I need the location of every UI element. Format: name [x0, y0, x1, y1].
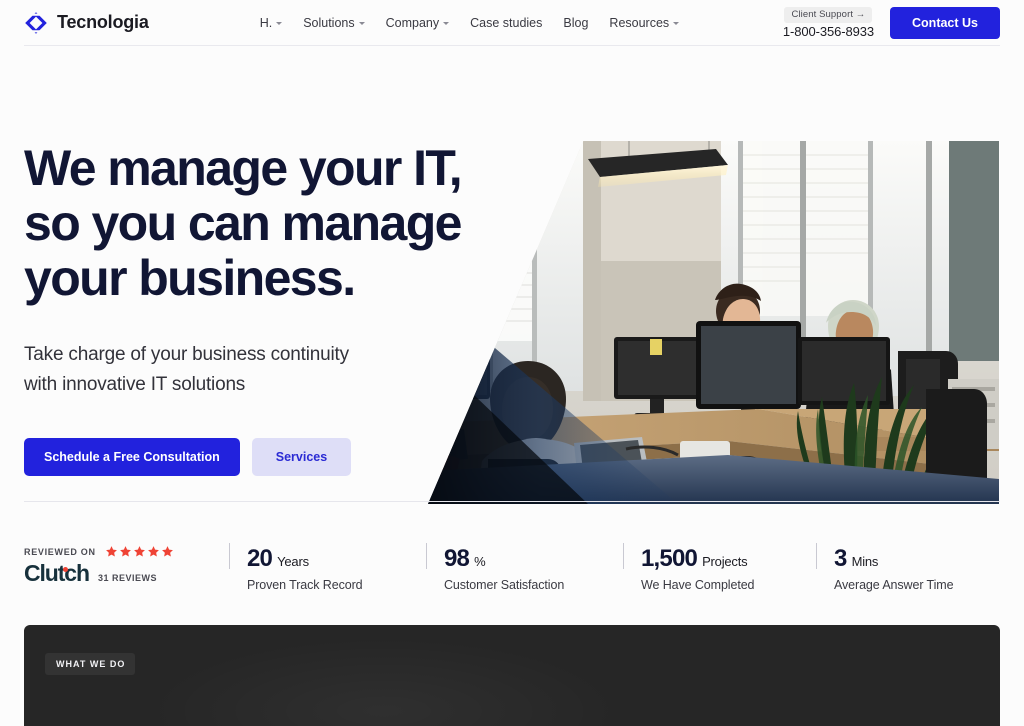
- stat-value: 3: [834, 545, 847, 572]
- schedule-consultation-button[interactable]: Schedule a Free Consultation: [24, 438, 240, 476]
- hero-subtitle: Take charge of your business continuity …: [24, 340, 524, 400]
- chevron-down-icon: [673, 22, 680, 25]
- stat-projects: 1,500 Projects We Have Completed: [623, 540, 816, 592]
- hero-subtitle-line-1: Take charge of your business continuity: [24, 344, 349, 365]
- brand-name: Tecnologia: [57, 12, 149, 32]
- contact-us-button[interactable]: Contact Us: [890, 6, 1000, 39]
- what-we-do-section: WHAT WE DO: [24, 625, 1000, 726]
- stat-value: 20: [247, 545, 273, 572]
- what-we-do-badge: WHAT WE DO: [45, 653, 136, 675]
- stat-value: 1,500: [641, 545, 698, 572]
- stat-answer-time: 3 Mins Average Answer Time: [816, 540, 954, 592]
- header-actions: Client Support → 1-800-356-8933 Contact …: [783, 6, 1000, 39]
- reviewed-on-label: REVIEWED ON: [24, 546, 96, 557]
- stat-value: 98: [444, 545, 470, 572]
- stat-label: We Have Completed: [641, 578, 755, 592]
- nav-label: Solutions: [303, 15, 355, 30]
- stat-headline: 20 Years: [247, 545, 426, 573]
- hero-title-line-2: so you can manage: [24, 195, 462, 251]
- stat-headline: 1,500 Projects: [641, 545, 816, 573]
- stat-unit: %: [474, 554, 486, 569]
- star-rating: [105, 545, 174, 558]
- star-icon: [119, 546, 131, 557]
- hero-copy: We manage your IT, so you can manage you…: [24, 141, 524, 476]
- stat-unit: Mins: [851, 554, 879, 569]
- nav-label: Case studies: [470, 15, 543, 30]
- services-button[interactable]: Services: [251, 438, 352, 476]
- chevron-down-icon: [443, 22, 450, 25]
- star-icon: [147, 546, 159, 557]
- nav-label: Resources: [609, 15, 670, 30]
- page-title: We manage your IT, so you can manage you…: [24, 141, 524, 306]
- nav-item-case-studies[interactable]: Case studies: [470, 16, 542, 30]
- stat-satisfaction: 98 % Customer Satisfaction: [426, 540, 623, 592]
- clutch-top-row: REVIEWED ON: [24, 545, 229, 558]
- chevron-down-icon: [358, 22, 365, 25]
- nav-label: H.: [259, 15, 273, 30]
- octagon-diamond-logo-icon: [24, 11, 48, 35]
- star-icon: [105, 546, 117, 557]
- clutch-review-badge[interactable]: REVIEWED ON Clutch 31 REVIEWS: [24, 540, 229, 587]
- star-icon: [161, 546, 173, 557]
- hero-section: We manage your IT, so you can manage you…: [0, 46, 1024, 504]
- stat-years: 20 Years Proven Track Record: [229, 540, 426, 592]
- chevron-down-icon: [276, 22, 283, 25]
- nav-item-blog[interactable]: Blog: [563, 16, 588, 30]
- stat-headline: 3 Mins: [834, 545, 953, 573]
- star-icon: [133, 546, 145, 557]
- nav-item-home[interactable]: H.: [260, 16, 283, 30]
- review-count-label: 31 REVIEWS: [97, 573, 157, 583]
- landing-page: Tecnologia H. Solutions Company Case stu…: [0, 0, 1024, 726]
- stat-unit: Years: [277, 554, 309, 569]
- clutch-wordmark-text: Clutch: [24, 560, 90, 586]
- section-glow: [144, 636, 624, 726]
- nav-item-company[interactable]: Company: [386, 16, 450, 30]
- clutch-wordmark: Clutch: [24, 560, 90, 587]
- client-support-badge[interactable]: Client Support →: [784, 6, 873, 23]
- nav-item-solutions[interactable]: Solutions: [303, 15, 365, 30]
- hero-title-line-3: your business.: [24, 250, 356, 306]
- hero-title-line-1: We manage your IT,: [24, 140, 463, 196]
- main-navigation: H. Solutions Company Case studies Blog R…: [260, 15, 680, 30]
- brand-logo[interactable]: Tecnologia: [24, 11, 149, 35]
- site-header: Tecnologia H. Solutions Company Case stu…: [24, 0, 1000, 46]
- stat-unit: Projects: [702, 554, 748, 569]
- support-phone-number[interactable]: 1-800-356-8933: [783, 24, 874, 39]
- stat-label: Proven Track Record: [247, 578, 363, 592]
- client-support-block[interactable]: Client Support → 1-800-356-8933: [783, 6, 874, 39]
- stat-label: Average Answer Time: [834, 578, 954, 592]
- nav-label: Company: [385, 15, 440, 30]
- clutch-bottom-row: Clutch 31 REVIEWS: [24, 560, 229, 587]
- nav-item-resources[interactable]: Resources: [609, 15, 680, 30]
- stat-label: Customer Satisfaction: [444, 578, 565, 592]
- stat-headline: 98 %: [444, 545, 623, 573]
- hero-subtitle-line-2: with innovative IT solutions: [24, 374, 246, 395]
- stats-bar: REVIEWED ON Clutch 31 REVIEWS 20 Years P…: [24, 540, 1000, 592]
- section-divider: [24, 501, 1000, 502]
- nav-label: Blog: [563, 15, 589, 30]
